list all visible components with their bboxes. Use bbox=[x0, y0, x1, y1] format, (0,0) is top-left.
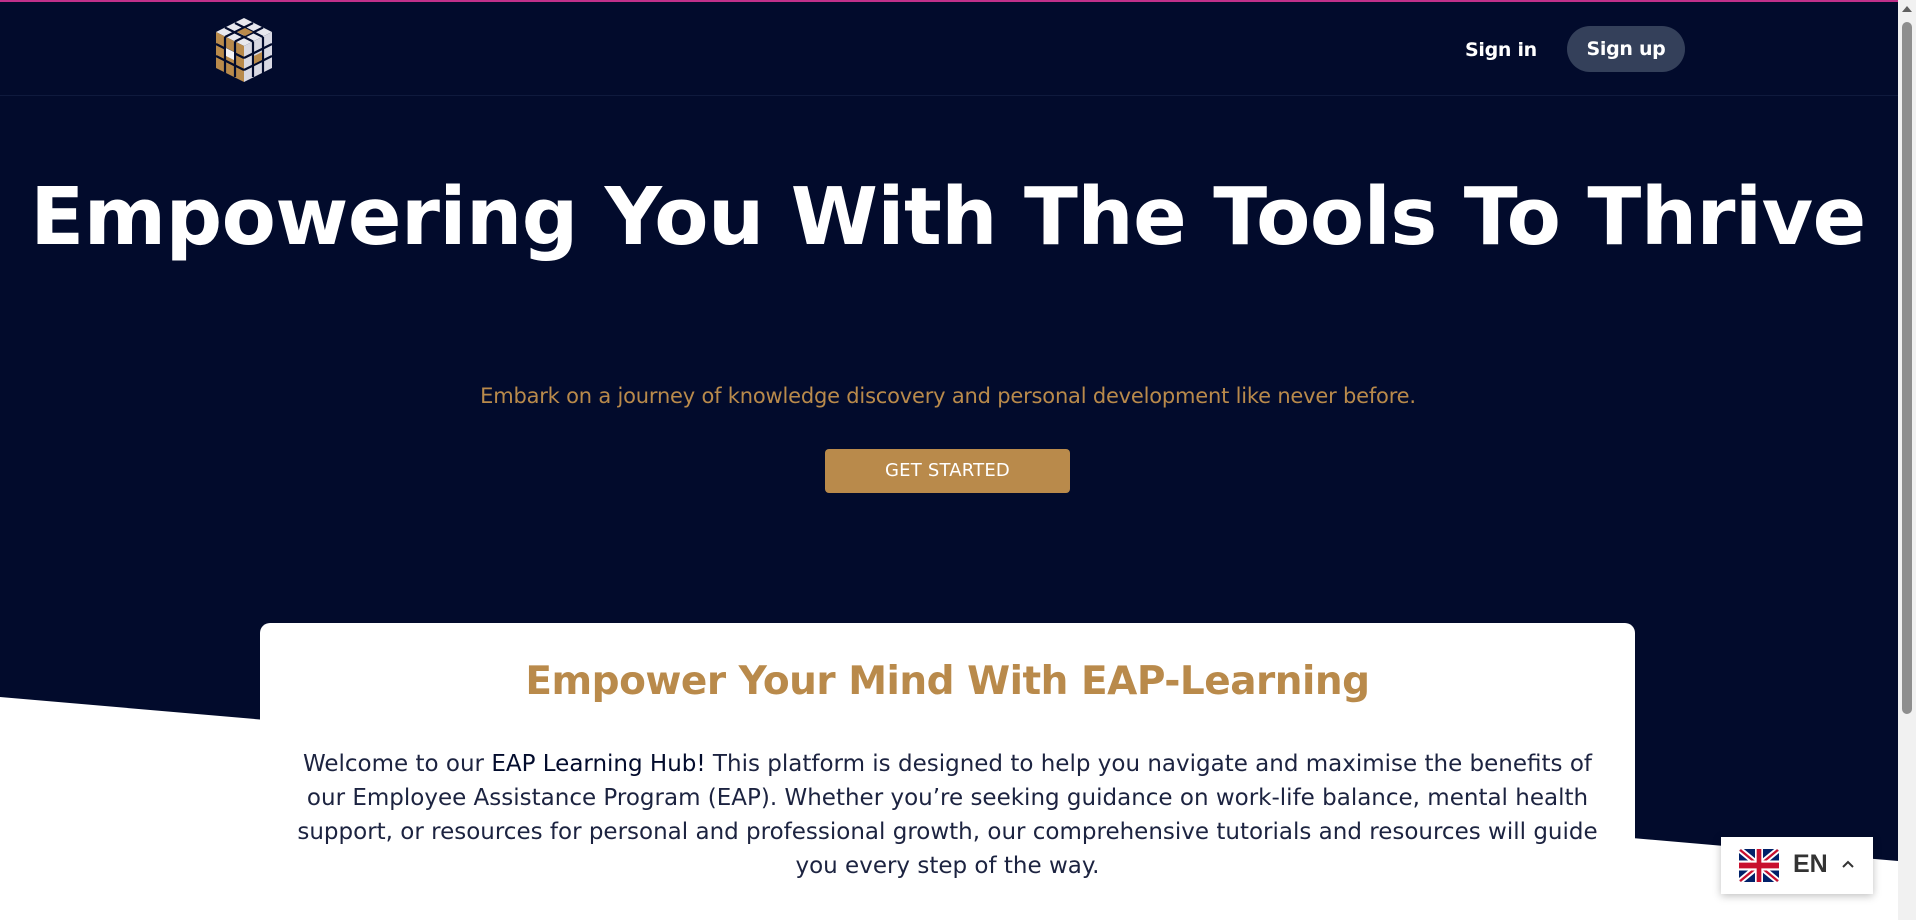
intro-card-body: Welcome to our EAP Learning Hub! This pl… bbox=[282, 747, 1613, 883]
sign-in-link[interactable]: Sign in bbox=[1465, 30, 1537, 70]
get-started-button[interactable]: GET STARTED bbox=[825, 449, 1070, 493]
intro-body-prefix: Welcome to our bbox=[302, 751, 492, 777]
intro-card: Empower Your Mind With EAP-Learning Welc… bbox=[260, 623, 1635, 920]
uk-flag-icon bbox=[1739, 849, 1779, 882]
scroll-up-arrow-icon[interactable] bbox=[1902, 6, 1912, 12]
intro-card-title: Empower Your Mind With EAP-Learning bbox=[525, 659, 1370, 704]
sign-up-button[interactable]: Sign up bbox=[1567, 26, 1685, 72]
page-scrollbar[interactable] bbox=[1898, 0, 1916, 920]
page: Sign in Sign up Empowering You With The … bbox=[0, 0, 1916, 920]
hero-title: Empowering You With The Tools To Thrive bbox=[30, 171, 1866, 263]
site-header: Sign in Sign up bbox=[0, 2, 1898, 96]
chevron-up-icon bbox=[1842, 860, 1854, 868]
language-code: EN bbox=[1793, 850, 1828, 878]
hero-subtitle: Embark on a journey of knowledge discove… bbox=[480, 384, 1416, 408]
language-selector[interactable]: EN bbox=[1721, 837, 1873, 894]
logo-icon[interactable] bbox=[208, 14, 280, 86]
intro-body-highlight: EAP Learning Hub! bbox=[491, 751, 706, 777]
scrollbar-thumb[interactable] bbox=[1902, 22, 1912, 714]
